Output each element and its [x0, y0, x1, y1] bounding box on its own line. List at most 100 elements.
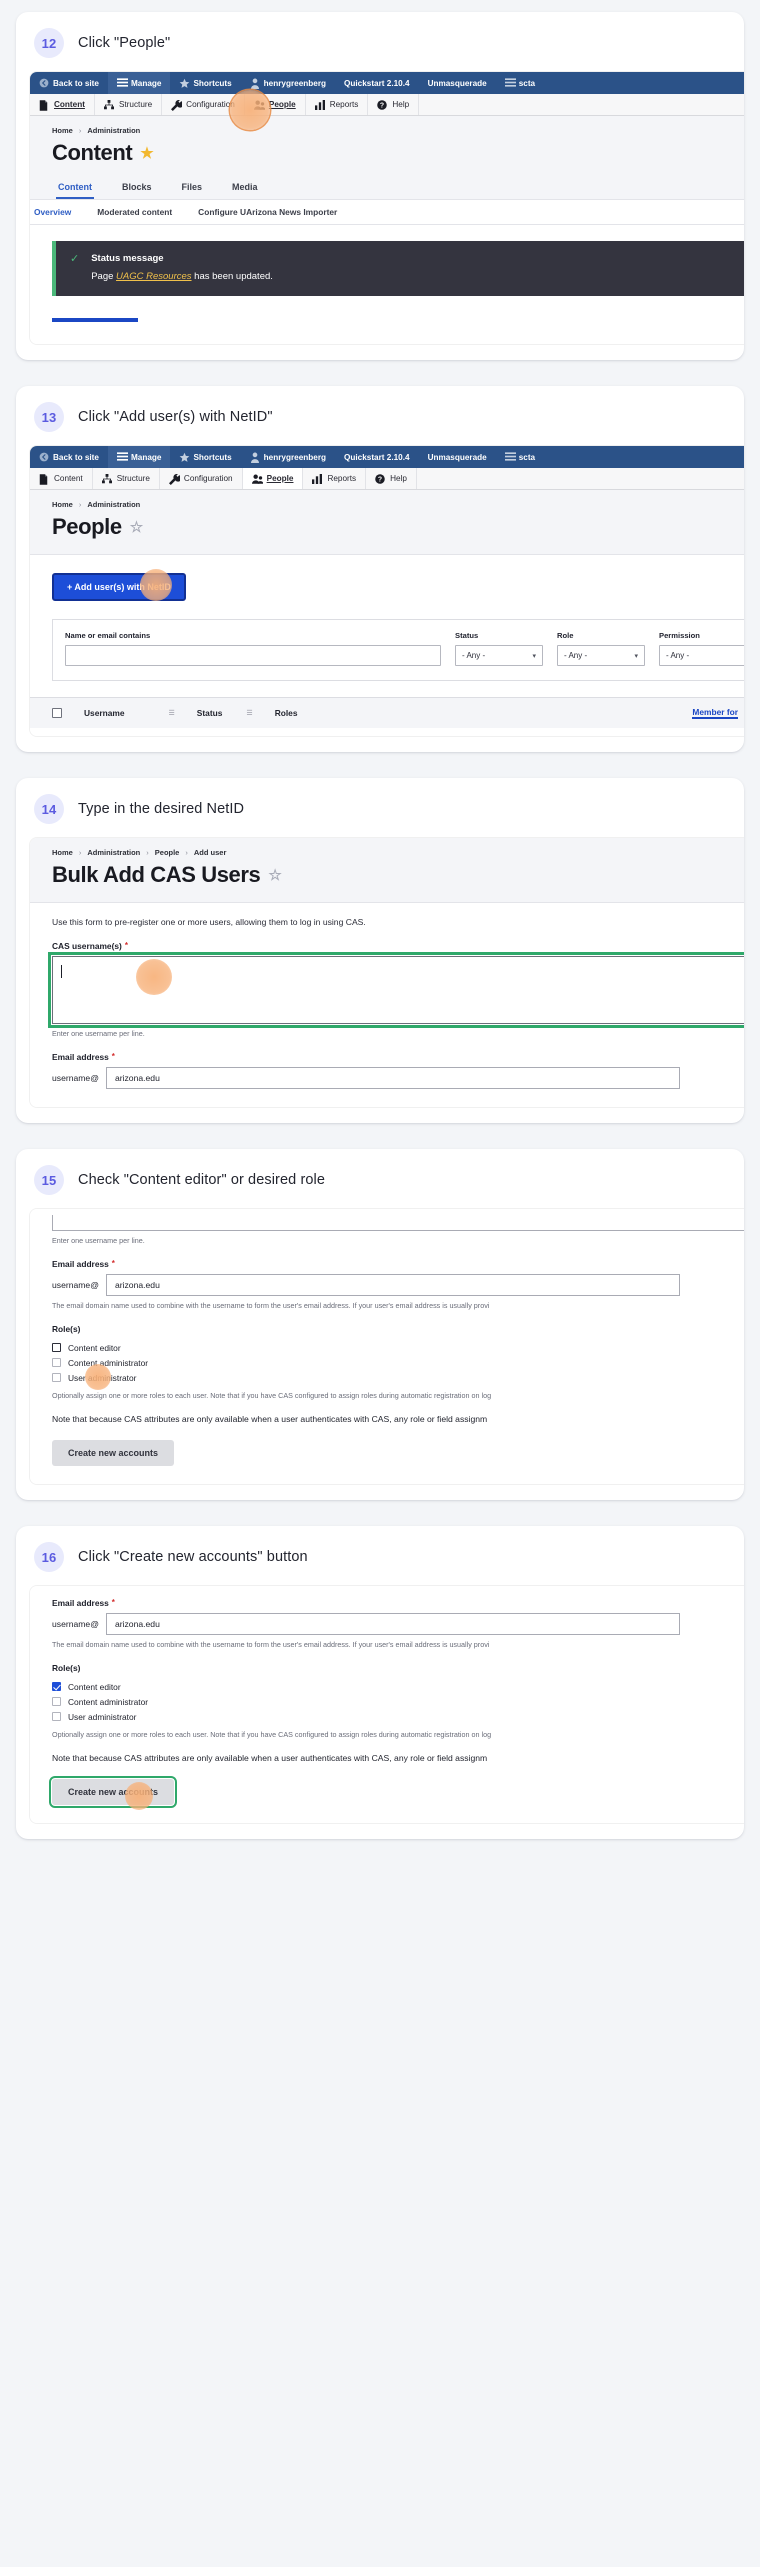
toolbar-quickstart[interactable]: Quickstart 2.10.4 [335, 72, 419, 94]
toolbar-overflow[interactable]: scta [496, 446, 544, 468]
column-member-for[interactable]: Member for [692, 707, 738, 719]
required-marker: * [124, 941, 128, 950]
admin-menu-help[interactable]: ? Help [366, 468, 417, 489]
admin-menu-configuration[interactable]: Configuration [162, 94, 245, 115]
user-administrator-checkbox[interactable] [52, 1373, 61, 1382]
email-address-label: Email address * [52, 1052, 744, 1062]
subtab-overview[interactable]: Overview [34, 207, 71, 217]
page-title-text: Content [52, 140, 133, 165]
role-option-content-administrator[interactable]: Content administrator [52, 1355, 744, 1370]
favorite-star-icon[interactable]: ☆ [130, 520, 143, 535]
step-header: 16 Click "Create new accounts" button [16, 1526, 744, 1586]
toolbar-manage[interactable]: Manage [107, 72, 171, 94]
role-label: User administrator [68, 1372, 137, 1383]
page-title: Content ★ [52, 140, 738, 166]
subtab-configure-importer[interactable]: Configure UArizona News Importer [198, 207, 337, 217]
breadcrumb-administration[interactable]: Administration [87, 126, 140, 135]
breadcrumb-administration[interactable]: Administration [87, 500, 140, 509]
toolbar-unmasquerade[interactable]: Unmasquerade [419, 72, 496, 94]
email-domain-field[interactable]: arizona.edu [105, 1067, 680, 1089]
content-administrator-checkbox[interactable] [52, 1697, 61, 1706]
svg-text:?: ? [378, 476, 382, 483]
toolbar-back-to-site[interactable]: Back to site [30, 446, 108, 468]
add-users-with-netid-button[interactable]: + Add user(s) with NetID [52, 573, 186, 601]
admin-menu-help[interactable]: ? Help [368, 94, 420, 115]
select-all-checkbox[interactable] [52, 708, 62, 718]
wrench-icon [168, 473, 182, 485]
favorite-star-icon[interactable]: ★ [140, 146, 153, 161]
favorite-star-icon[interactable]: ☆ [268, 868, 281, 883]
permission-select[interactable]: - Any - [659, 645, 744, 666]
cas-username-help: Enter one username per line. [52, 1236, 145, 1245]
email-domain-field[interactable]: arizona.edu [105, 1613, 680, 1635]
breadcrumb-home[interactable]: Home [52, 500, 73, 509]
admin-menu-content[interactable]: Content [30, 94, 95, 115]
people-page-body: + Add user(s) with NetID Name or email c… [30, 555, 744, 736]
user-administrator-checkbox[interactable] [52, 1712, 61, 1721]
admin-menu-structure[interactable]: Structure [93, 468, 160, 489]
role-option-user-administrator[interactable]: User administrator [52, 1370, 744, 1385]
email-address-label-text: Email address [52, 1598, 109, 1608]
toolbar-shortcuts[interactable]: Shortcuts [170, 72, 240, 94]
admin-menu-reports[interactable]: Reports [306, 94, 369, 115]
cas-form-header: Home › Administration › People › Add use… [30, 838, 744, 903]
sort-icon[interactable]: ☰ [246, 709, 252, 717]
toolbar-shortcuts[interactable]: Shortcuts [170, 446, 240, 468]
status-page-link[interactable]: UAGC Resources [116, 271, 192, 282]
breadcrumb-administration[interactable]: Administration [87, 848, 140, 857]
admin-menu-structure[interactable]: Structure [95, 94, 163, 115]
admin-menu-content[interactable]: Content [30, 468, 93, 489]
tab-blocks[interactable]: Blocks [120, 176, 154, 199]
role-select[interactable]: - Any - ▾ [557, 645, 645, 666]
email-prefix-label: username@ [52, 1280, 99, 1290]
role-option-content-editor[interactable]: Content editor [52, 1679, 744, 1694]
role-option-content-administrator[interactable]: Content administrator [52, 1694, 744, 1709]
screenshot-step-13: Back to site Manage Shortcuts henrygreen… [30, 446, 744, 736]
required-marker: * [111, 1259, 115, 1268]
tab-files[interactable]: Files [180, 176, 205, 199]
toolbar-quickstart[interactable]: Quickstart 2.10.4 [335, 446, 419, 468]
content-editor-checkbox[interactable] [52, 1682, 61, 1691]
name-or-email-input[interactable] [65, 645, 441, 666]
step-number: 12 [34, 28, 64, 58]
email-domain-field[interactable]: arizona.edu [105, 1274, 680, 1296]
toolbar-unmasquerade[interactable]: Unmasquerade [419, 446, 496, 468]
admin-menu-reports-label: Reports [329, 100, 359, 109]
admin-menu-reports[interactable]: Reports [303, 468, 367, 489]
tab-content[interactable]: Content [56, 176, 94, 199]
tab-media[interactable]: Media [230, 176, 260, 199]
content-administrator-checkbox[interactable] [52, 1358, 61, 1367]
breadcrumb-add-user[interactable]: Add user [194, 848, 227, 857]
screenshot-step-16: Email address * username@ arizona.edu Th… [30, 1586, 744, 1823]
create-new-accounts-button[interactable]: Create new accounts [48, 1776, 178, 1808]
toolbar-overflow[interactable]: scta [496, 72, 544, 94]
email-address-label-text: Email address [52, 1052, 109, 1062]
breadcrumb-people[interactable]: People [155, 848, 180, 857]
cas-username-textarea[interactable] [52, 1215, 744, 1231]
column-roles[interactable]: Roles [275, 708, 298, 718]
toolbar-user[interactable]: henrygreenberg [241, 72, 335, 94]
admin-menu-people[interactable]: People [242, 468, 304, 489]
cas-username-textarea[interactable] [48, 952, 744, 1028]
breadcrumb-home[interactable]: Home [52, 126, 73, 135]
breadcrumb-home[interactable]: Home [52, 848, 73, 857]
hamburger-icon [116, 78, 128, 88]
column-username[interactable]: Username [84, 708, 125, 718]
role-option-content-editor[interactable]: Content editor [52, 1340, 744, 1355]
admin-menu-reports-label: Reports [327, 474, 357, 483]
admin-menu-configuration[interactable]: Configuration [160, 468, 243, 489]
create-new-accounts-button[interactable]: Create new accounts [52, 1440, 175, 1466]
toolbar-user[interactable]: henrygreenberg [241, 446, 335, 468]
admin-menu-configuration-label: Configuration [186, 100, 235, 109]
content-editor-checkbox[interactable] [52, 1343, 61, 1352]
subtab-moderated-content[interactable]: Moderated content [97, 207, 172, 217]
toolbar-manage[interactable]: Manage [107, 446, 171, 468]
sort-icon[interactable]: ☰ [169, 709, 175, 717]
admin-menu-people-label: People [266, 474, 294, 483]
toolbar-back-to-site[interactable]: Back to site [30, 72, 108, 94]
status-select[interactable]: - Any - ▾ [455, 645, 543, 666]
breadcrumb-separator: › [78, 126, 82, 135]
admin-menu-people[interactable]: People [245, 94, 306, 115]
column-status[interactable]: Status [197, 708, 223, 718]
role-option-user-administrator[interactable]: User administrator [52, 1709, 744, 1724]
